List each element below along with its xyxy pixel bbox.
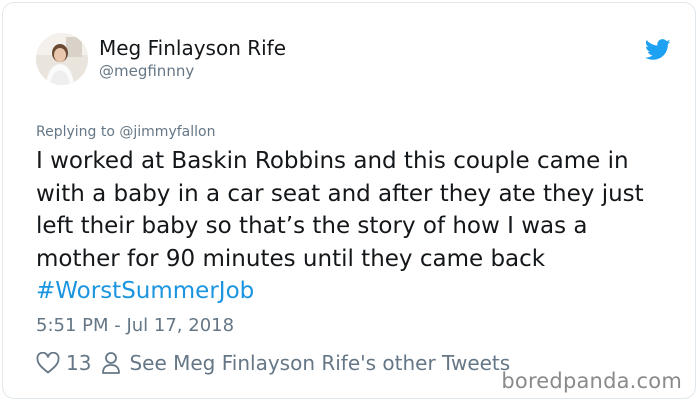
tweet-text-line: with a baby in a car seat and after they…	[36, 180, 644, 207]
avatar[interactable]	[36, 33, 88, 85]
twitter-bird-icon[interactable]	[644, 39, 671, 61]
tweet-actions: 13 See Meg Finlayson Rife's other Tweets	[36, 349, 510, 377]
tweet-text: I worked at Baskin Robbins and this coup…	[36, 145, 686, 308]
tweet-text-line: mother for 90 minutes until they came ba…	[36, 245, 546, 272]
watermark: boredpanda.com	[501, 369, 682, 393]
like-count[interactable]: 13	[66, 351, 91, 375]
person-icon	[102, 352, 121, 374]
other-tweets-link[interactable]: See Meg Finlayson Rife's other Tweets	[129, 351, 510, 375]
tweet-text-line: left their baby so that’s the story of h…	[36, 213, 588, 239]
tweet-card: Meg Finlayson Rife @megfinnny Replying t…	[2, 2, 696, 399]
replying-prefix: Replying to	[36, 124, 120, 140]
author-handle[interactable]: @megfinnny	[99, 62, 194, 80]
avatar-photo	[36, 33, 88, 85]
tweet-timestamp[interactable]: 5:51 PM - Jul 17, 2018	[36, 315, 234, 336]
heart-icon[interactable]	[36, 352, 60, 374]
author-name[interactable]: Meg Finlayson Rife	[99, 36, 286, 60]
replying-to-mention[interactable]: @jimmyfallon	[119, 124, 215, 140]
replying-to: Replying to @jimmyfallon	[36, 124, 215, 140]
tweet-text-line: I worked at Baskin Robbins and this coup…	[36, 148, 629, 174]
hashtag-link[interactable]: #WorstSummerJob	[36, 275, 686, 308]
